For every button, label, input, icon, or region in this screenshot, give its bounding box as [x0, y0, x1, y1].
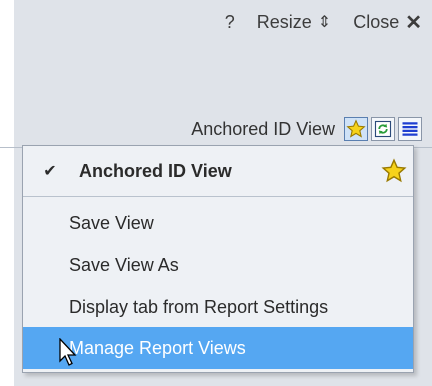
menu-item-save-view[interactable]: Save View [23, 202, 413, 244]
list-icon [402, 122, 418, 136]
menu-item-label: Manage Report Views [69, 337, 246, 358]
checkmark-icon: ✔ [43, 163, 57, 180]
menu-item-label: Anchored ID View [79, 160, 232, 181]
close-label: Close [353, 11, 400, 32]
star-icon [381, 158, 407, 183]
menu-item-current-view[interactable]: ✔ Anchored ID View [23, 150, 413, 192]
menu-item-manage-report-views[interactable]: Manage Report Views [23, 327, 413, 369]
view-toolbar: Anchored ID View [191, 116, 422, 142]
menu-item-label: Save View [69, 212, 154, 233]
list-view-button[interactable] [398, 117, 422, 141]
current-view-label: Anchored ID View [191, 118, 335, 139]
resize-label: Resize [256, 11, 312, 32]
left-edge-strip [0, 0, 14, 386]
menu-separator [23, 196, 413, 197]
refresh-button[interactable] [371, 117, 395, 141]
resize-icon: ⇕ [317, 14, 332, 31]
report-views-menu: ✔ Anchored ID View Save View Save View A… [22, 145, 414, 373]
menu-item-display-tab[interactable]: Display tab from Report Settings [23, 286, 413, 328]
star-icon [346, 119, 366, 138]
menu-item-save-view-as[interactable]: Save View As [23, 244, 413, 286]
resize-button[interactable]: Resize ⇕ [257, 12, 331, 33]
menu-item-label: Save View As [69, 254, 179, 275]
help-button[interactable]: ? [225, 12, 235, 33]
window-top-bar: ? Resize ⇕ Close ✕ [0, 0, 432, 44]
views-menu-button[interactable] [344, 117, 368, 141]
help-icon: ? [224, 11, 235, 32]
close-icon: ✕ [405, 11, 422, 34]
refresh-icon [374, 120, 392, 138]
close-button[interactable]: Close ✕ [353, 10, 422, 35]
menu-item-label: Display tab from Report Settings [69, 296, 329, 317]
mouse-cursor-icon [59, 338, 77, 366]
